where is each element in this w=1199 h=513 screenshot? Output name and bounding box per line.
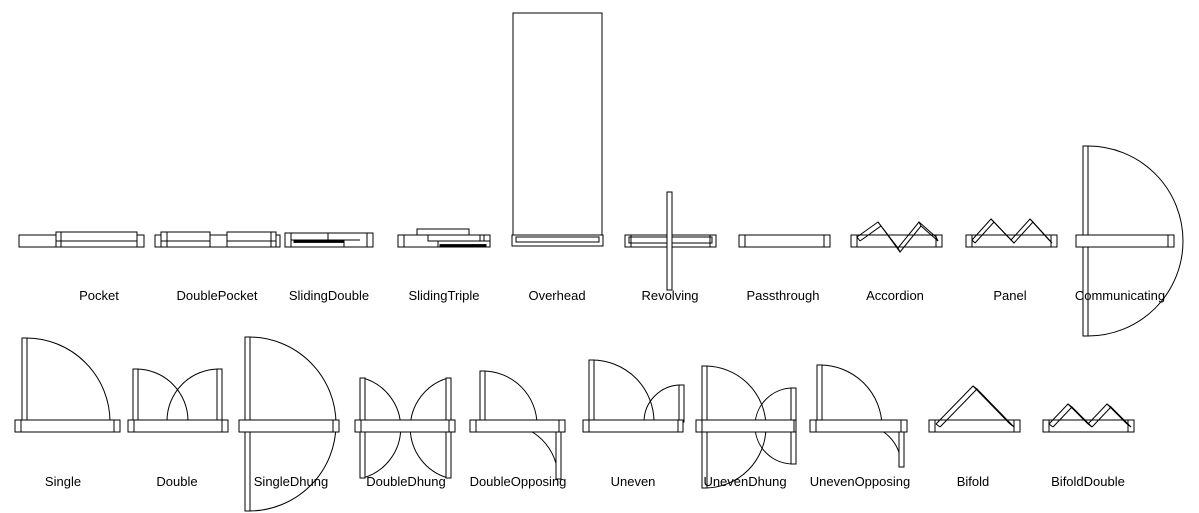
label-bifold-double: BifoldDouble — [1051, 474, 1125, 489]
symbol-uneven-opposing — [809, 364, 908, 468]
label-accordion: Accordion — [866, 288, 924, 303]
label-uneven: Uneven — [611, 474, 656, 489]
label-double-opposing: DoubleOpposing — [470, 474, 567, 489]
symbol-accordion — [850, 222, 943, 252]
label-double: Double — [156, 474, 197, 489]
symbol-single — [14, 337, 121, 433]
symbol-uneven — [582, 359, 685, 433]
label-revolving: Revolving — [641, 288, 698, 303]
label-sliding-triple: SlidingTriple — [408, 288, 479, 303]
symbol-bifold-double — [1042, 404, 1135, 433]
door-symbols-canvas: Pocket DoublePocket SlidingDouble Slidin… — [14, 12, 1199, 512]
symbol-double-opposing — [469, 370, 566, 480]
symbol-pocket — [18, 231, 145, 248]
symbol-double — [127, 368, 229, 433]
label-single: Single — [45, 474, 81, 489]
symbol-bifold — [928, 386, 1021, 433]
symbol-double-pocket — [154, 231, 281, 248]
door-legend-sheet: Pocket DoublePocket SlidingDouble Slidin… — [0, 0, 1199, 513]
label-uneven-opposing: UnevenOpposing — [810, 474, 910, 489]
symbol-uneven-dhung — [695, 365, 797, 489]
symbol-passthrough — [738, 234, 831, 248]
symbol-double-dhung — [354, 377, 456, 479]
symbol-revolving — [624, 191, 717, 291]
label-double-pocket: DoublePocket — [177, 288, 258, 303]
label-uneven-dhung: UnevenDhung — [703, 474, 786, 489]
symbol-sliding-triple — [397, 228, 491, 248]
symbol-panel — [965, 219, 1058, 248]
label-pocket: Pocket — [79, 288, 119, 303]
symbol-sliding-double — [284, 232, 374, 248]
label-communicating: Communicating — [1075, 288, 1165, 303]
label-sliding-double: SlidingDouble — [289, 288, 369, 303]
label-passthrough: Passthrough — [747, 288, 820, 303]
label-overhead: Overhead — [528, 288, 585, 303]
symbol-overhead — [511, 12, 604, 247]
symbol-communicating — [1075, 145, 1183, 337]
label-panel: Panel — [993, 288, 1026, 303]
label-bifold: Bifold — [957, 474, 990, 489]
label-double-dhung: DoubleDhung — [366, 474, 446, 489]
label-single-dhung: SingleDhung — [254, 474, 328, 489]
